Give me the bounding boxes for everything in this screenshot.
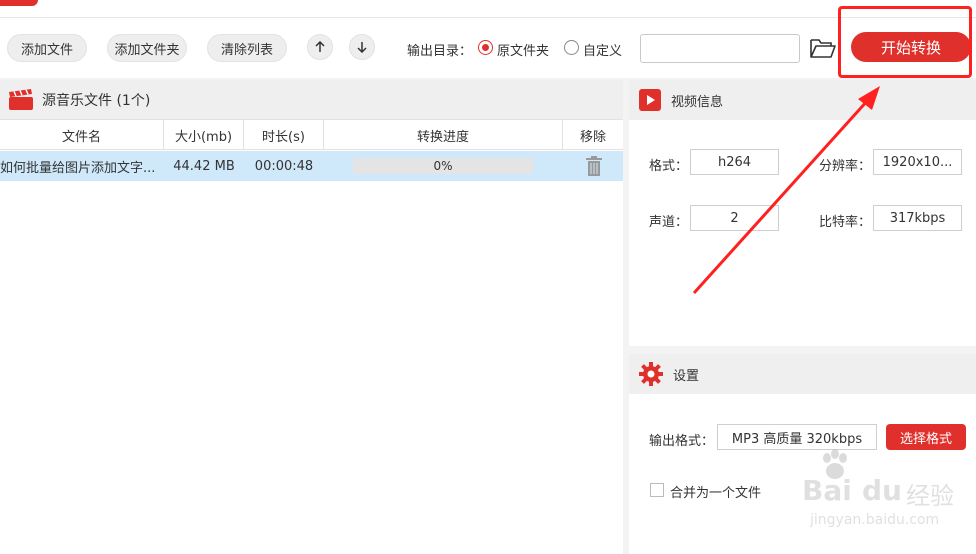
- source-panel-header: 源音乐文件 (1个): [0, 80, 623, 120]
- table-row[interactable]: 如何批量给图片添加文字... 44.42 MB 00:00:48 0%: [0, 151, 623, 181]
- output-dir-label: 输出目录：: [407, 44, 473, 59]
- add-file-button[interactable]: 添加文件: [7, 34, 87, 62]
- arrow-up-icon: [315, 41, 325, 52]
- title-bar: [0, 0, 976, 18]
- radio-custom-label: 自定义: [583, 44, 623, 59]
- channel-label: 声道：: [649, 215, 689, 230]
- bitrate-value: 317kbps: [873, 205, 962, 231]
- format-label: 格式：: [649, 159, 689, 174]
- clapperboard-icon: [9, 88, 33, 110]
- file-name-cell: 如何批量给图片添加文字...: [0, 160, 156, 176]
- add-folder-label: 添加文件夹: [114, 42, 180, 58]
- clear-list-button[interactable]: 清除列表: [207, 34, 287, 62]
- clear-list-label: 清除列表: [220, 42, 273, 58]
- radio-original-label: 原文件夹: [497, 44, 550, 59]
- move-down-button[interactable]: [349, 34, 375, 60]
- col-size: 大小(mb): [164, 120, 244, 150]
- radio-original-folder[interactable]: [478, 40, 493, 55]
- col-remove: 移除: [579, 129, 606, 145]
- add-file-label: 添加文件: [20, 42, 73, 58]
- toolbar: 添加文件 添加文件夹 清除列表 输出目录： 原文件夹 自定义 开始转换: [0, 18, 976, 78]
- source-file-panel: 源音乐文件 (1个) 文件名 大小(mb) 时长(s) 转换进度 移除 如何批量…: [0, 80, 623, 554]
- start-convert-button[interactable]: 开始转换: [851, 32, 971, 62]
- progress-text: 0%: [433, 159, 453, 173]
- start-convert-label: 开始转换: [880, 38, 941, 57]
- merge-label: 合并为一个文件: [670, 486, 762, 501]
- arrow-down-icon: [357, 42, 367, 53]
- video-info-title: 视频信息: [671, 94, 724, 110]
- channel-value: 2: [690, 205, 779, 231]
- move-up-button[interactable]: [307, 34, 333, 60]
- output-format-value: MP3 高质量 320kbps: [717, 424, 877, 450]
- progress-bar: 0%: [353, 158, 533, 174]
- table-header: 文件名 大小(mb) 时长(s) 转换进度 移除: [0, 120, 623, 150]
- app-logo: [0, 0, 38, 6]
- settings-header: 设置: [629, 354, 976, 394]
- folder-open-icon: [810, 39, 836, 58]
- file-size-cell: 44.42 MB: [173, 158, 235, 174]
- settings-panel: 设置 输出格式： MP3 高质量 320kbps 选择格式 合并为一个文件: [629, 354, 976, 554]
- source-panel-title: 源音乐文件 (1个): [42, 92, 151, 109]
- col-progress: 转换进度: [324, 120, 563, 150]
- settings-title: 设置: [673, 368, 700, 384]
- resolution-label: 分辨率：: [819, 159, 872, 174]
- bitrate-label: 比特率：: [819, 215, 872, 230]
- resolution-value: 1920x10...: [873, 149, 962, 175]
- output-path-input[interactable]: [640, 34, 800, 63]
- col-duration: 时长(s): [244, 120, 324, 150]
- merge-checkbox[interactable]: [650, 483, 664, 497]
- col-filename: 文件名: [0, 120, 164, 150]
- format-value: h264: [690, 149, 779, 175]
- browse-folder-button[interactable]: [809, 36, 837, 60]
- select-format-button[interactable]: 选择格式: [886, 424, 966, 450]
- radio-custom[interactable]: [564, 40, 579, 55]
- file-duration-cell: 00:00:48: [254, 158, 314, 174]
- trash-icon: [586, 156, 602, 176]
- remove-button[interactable]: [583, 151, 605, 181]
- select-format-label: 选择格式: [899, 431, 952, 447]
- gear-icon: [639, 362, 663, 386]
- output-format-label: 输出格式：: [649, 434, 715, 449]
- video-info-panel: 视频信息 格式： h264 分辨率： 1920x10... 声道： 2 比特率：…: [629, 80, 976, 346]
- add-folder-button[interactable]: 添加文件夹: [107, 34, 187, 62]
- play-icon: [639, 89, 661, 111]
- video-info-header: 视频信息: [629, 80, 976, 120]
